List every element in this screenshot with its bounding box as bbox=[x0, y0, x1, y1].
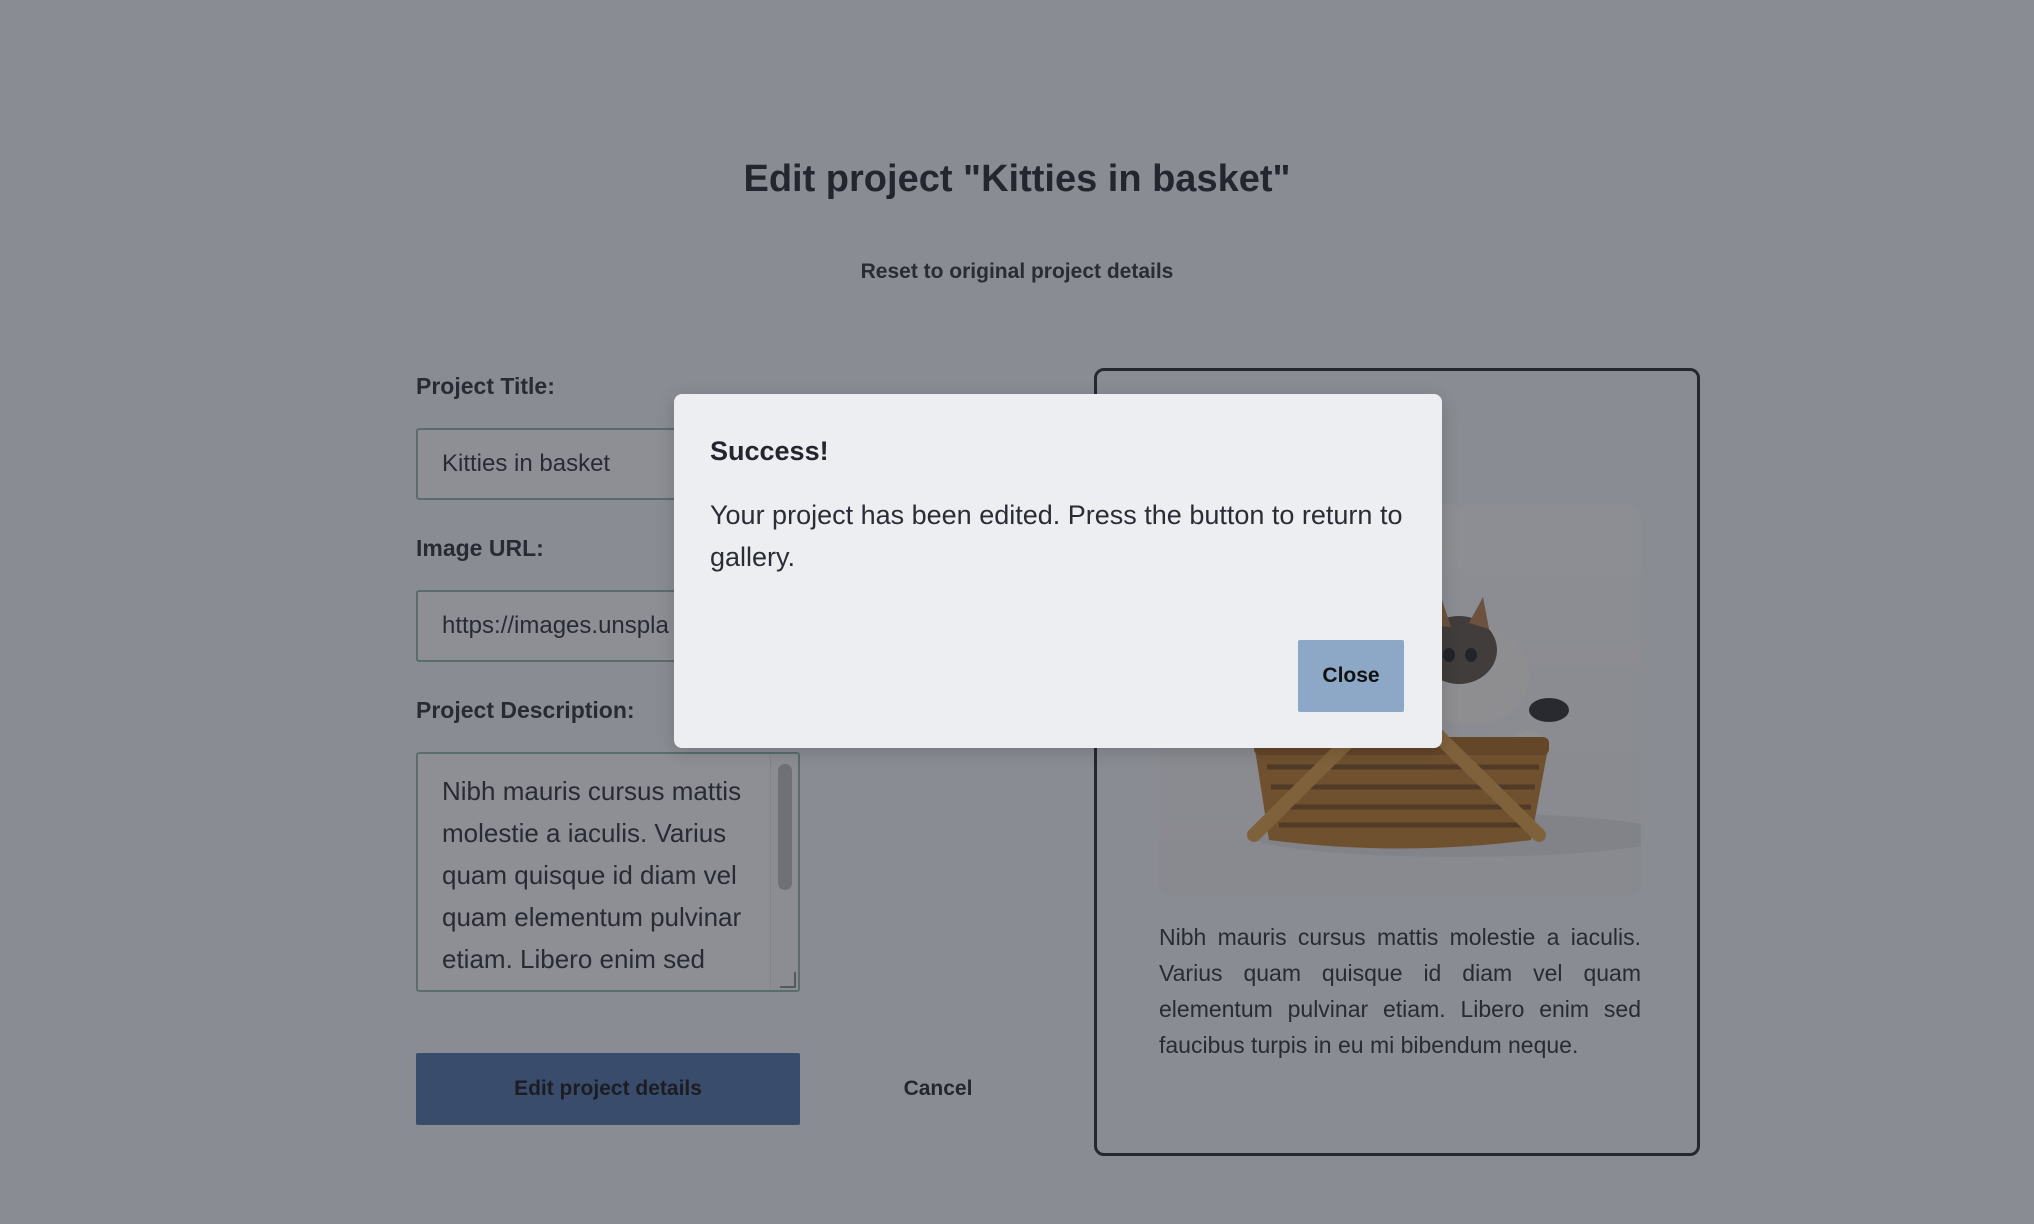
success-modal: Success! Your project has been edited. P… bbox=[674, 394, 1442, 748]
modal-message: Your project has been edited. Press the … bbox=[710, 500, 1403, 572]
close-button[interactable]: Close bbox=[1298, 640, 1404, 712]
modal-title: Success! bbox=[710, 436, 829, 466]
